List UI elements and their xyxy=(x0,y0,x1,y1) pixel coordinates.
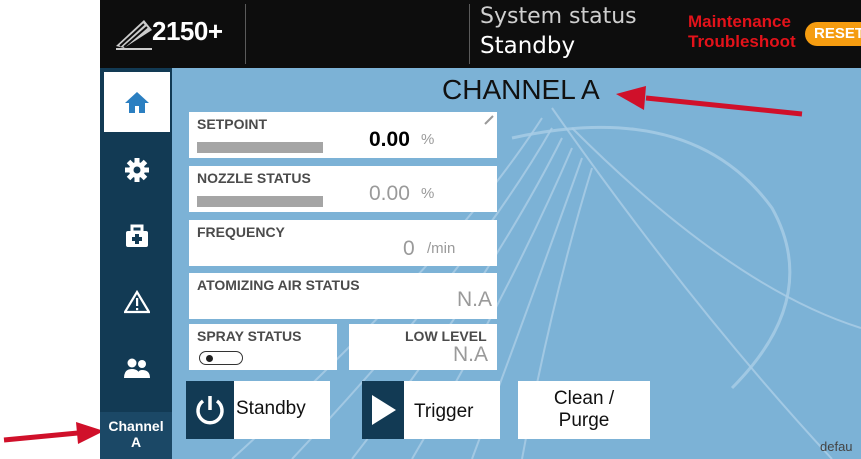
nozzle-status-value: 0.00 xyxy=(369,182,410,205)
system-status-value: Standby xyxy=(480,33,576,59)
setpoint-label: SETPOINT xyxy=(197,116,268,132)
spray-status-label: SPRAY STATUS xyxy=(197,328,302,344)
channel-tab-line2: A xyxy=(130,434,142,450)
system-status-label: System status xyxy=(480,4,637,29)
spray-toggle[interactable] xyxy=(199,351,243,365)
setpoint-panel[interactable]: SETPOINT 0.00 % xyxy=(189,112,497,158)
annotation-arrow-title xyxy=(616,86,803,117)
atomizing-air-label: ATOMIZING AIR STATUS xyxy=(197,277,360,293)
spray-status-panel: SPRAY STATUS xyxy=(189,324,337,370)
power-icon xyxy=(186,381,234,439)
channel-main-panel: CHANNEL A SETPOINT 0.00 % NOZZLE STATUS … xyxy=(172,68,861,459)
channel-tab-line1: Channel xyxy=(108,418,164,434)
atomizing-air-value: N.A xyxy=(457,288,493,311)
alarm-maintenance[interactable]: Maintenance xyxy=(688,12,791,32)
users-icon xyxy=(124,358,150,378)
toolbox-icon xyxy=(126,224,148,247)
channel-a-tab[interactable]: Channel A xyxy=(100,412,172,459)
warning-icon xyxy=(124,290,150,314)
sidebar-item-settings[interactable] xyxy=(104,140,170,200)
sidebar-item-maintenance[interactable] xyxy=(104,206,170,266)
header-divider xyxy=(469,4,470,64)
low-level-panel: LOW LEVEL N.A xyxy=(349,324,497,370)
channel-title: CHANNEL A xyxy=(442,74,600,105)
play-icon xyxy=(362,381,404,439)
sidebar: Channel A xyxy=(100,68,172,459)
low-level-value: N.A xyxy=(453,343,489,366)
standby-label: Standby xyxy=(236,398,306,419)
top-bar: 2150+ System status Standby Maintenance … xyxy=(100,0,861,68)
nozzle-status-panel: NOZZLE STATUS 0.00 % xyxy=(189,166,497,212)
footer-default-text: defau xyxy=(820,439,853,454)
nozzle-status-bar xyxy=(197,196,323,207)
nozzle-status-label: NOZZLE STATUS xyxy=(197,170,311,186)
model-name: 2150+ xyxy=(152,16,223,46)
clean-purge-line2: Purge xyxy=(558,410,610,431)
atomizing-air-panel: ATOMIZING AIR STATUS N.A xyxy=(189,273,497,319)
spray-logo-icon xyxy=(116,20,152,50)
sidebar-item-users[interactable] xyxy=(104,338,170,398)
sidebar-item-alarms[interactable] xyxy=(104,272,170,332)
annotation-arrow-channel-tab xyxy=(3,422,104,444)
frequency-unit: /min xyxy=(427,240,456,257)
clean-purge-button[interactable]: Clean / Purge xyxy=(518,381,650,439)
clean-purge-line1: Clean / xyxy=(553,388,615,409)
alarm-troubleshoot[interactable]: Troubleshoot xyxy=(688,32,796,52)
frequency-panel: FREQUENCY 0 /min xyxy=(189,220,497,266)
frequency-label: FREQUENCY xyxy=(197,224,285,240)
toggle-knob xyxy=(206,354,213,362)
trigger-label: Trigger xyxy=(414,401,474,422)
standby-button[interactable]: Standby xyxy=(186,381,330,439)
header-divider xyxy=(245,4,246,64)
frequency-value: 0 xyxy=(403,237,415,260)
gear-icon xyxy=(125,158,149,182)
trigger-button[interactable]: Trigger xyxy=(362,381,500,439)
nozzle-status-unit: % xyxy=(421,185,435,202)
setpoint-unit: % xyxy=(421,131,435,148)
sidebar-item-home[interactable] xyxy=(104,72,170,132)
setpoint-value: 0.00 xyxy=(369,128,410,151)
low-level-label: LOW LEVEL xyxy=(405,328,487,344)
setpoint-bar xyxy=(197,142,323,153)
home-icon xyxy=(125,92,149,113)
reset-button[interactable]: RESET xyxy=(805,22,861,46)
edit-pencil-icon[interactable] xyxy=(483,114,495,126)
hmi-screen: 2150+ System status Standby Maintenance … xyxy=(100,0,861,459)
